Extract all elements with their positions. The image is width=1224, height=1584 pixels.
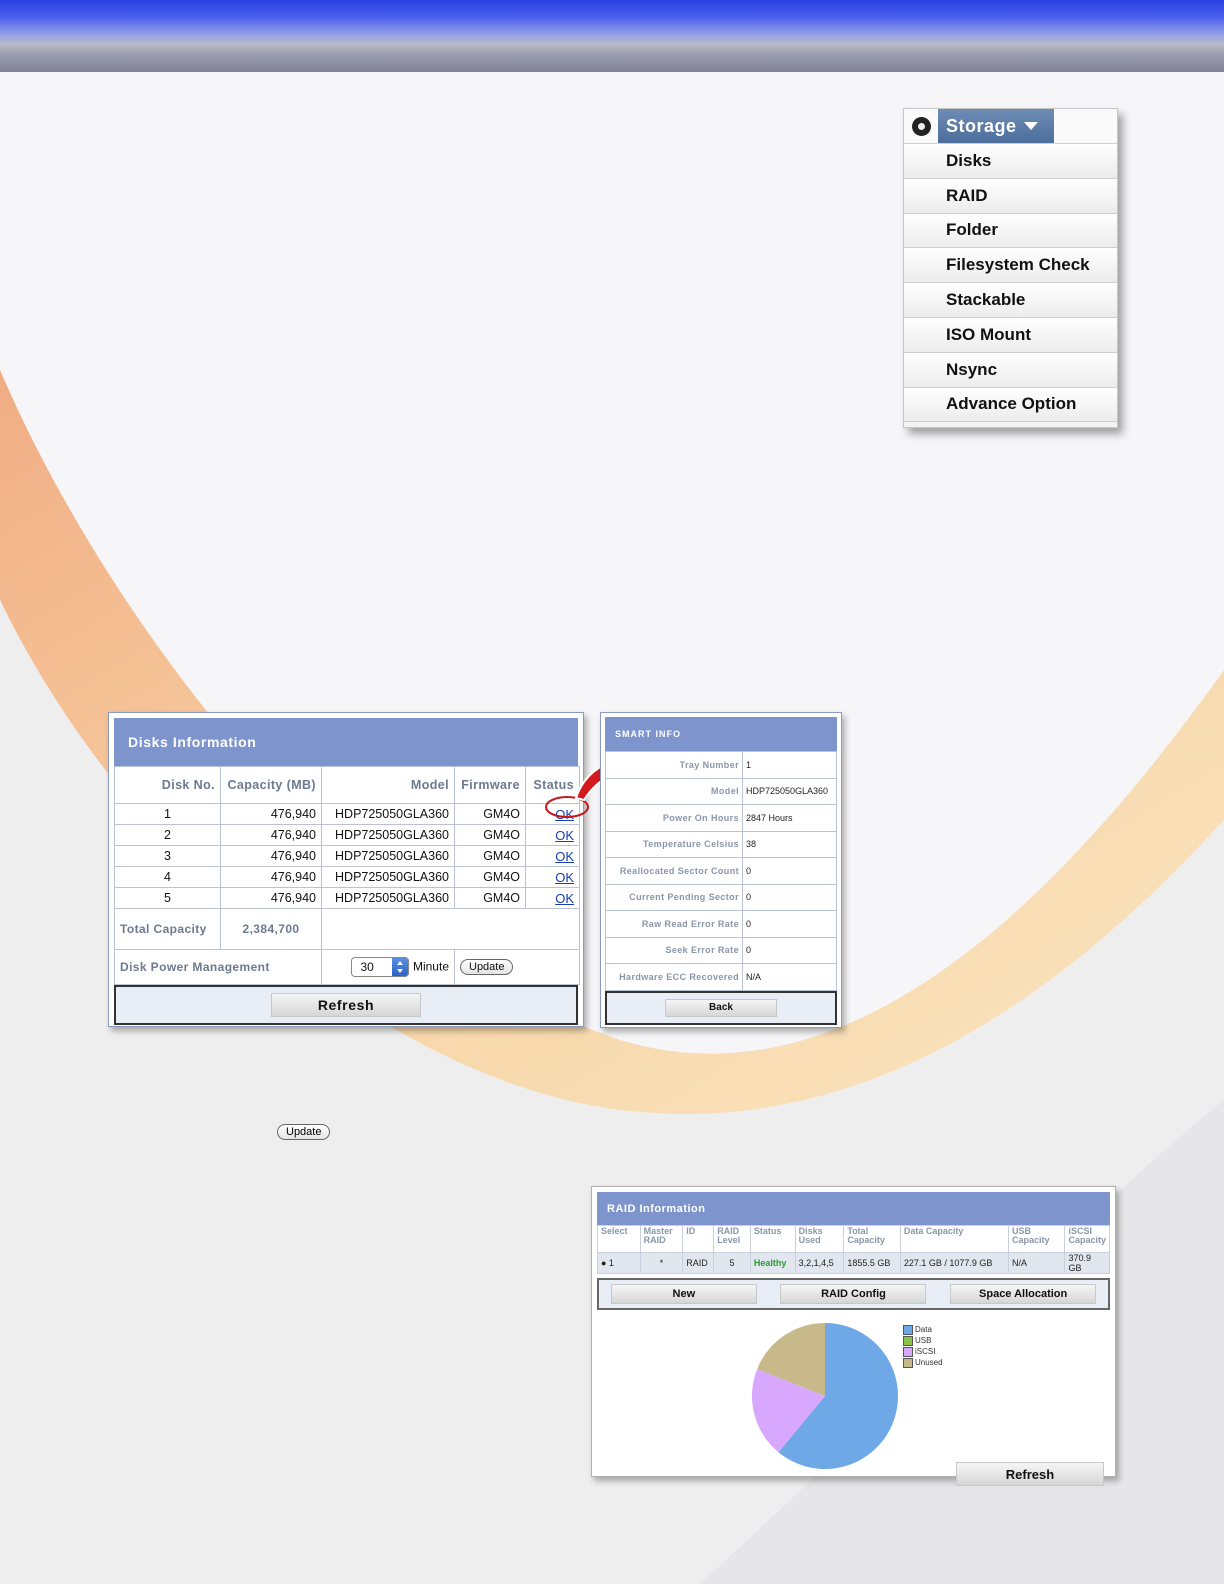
table-row: Current Pending Sector 0	[605, 883, 837, 911]
total-capacity-value: 2,384,700	[220, 908, 322, 950]
legend-swatch	[903, 1335, 913, 1346]
storage-menu-header[interactable]: Storage	[904, 109, 1117, 144]
col-disk-no: Disk No.	[114, 766, 221, 804]
table-row: Model HDP725050GLA360	[605, 777, 837, 805]
raid-table: Select Master RAID ID RAID Level Status …	[597, 1225, 1110, 1274]
power-unit-label: Minute	[412, 959, 449, 974]
table-row: Hardware ECC Recovered N/A	[605, 963, 837, 991]
table-row: 1 476,940 HDP725050GLA360 GM4O OK	[114, 803, 580, 825]
storage-menu-title[interactable]: Storage	[938, 109, 1054, 143]
legend-item-data: Data	[903, 1324, 943, 1335]
disk-model: HDP725050GLA360	[321, 845, 455, 867]
col-capacity: Capacity (MB)	[220, 766, 322, 804]
back-button[interactable]: Back	[665, 998, 777, 1017]
storage-menu: Storage Disks RAID Folder Filesystem Che…	[903, 108, 1118, 428]
disk-status-link[interactable]: OK	[555, 849, 574, 864]
table-row: 3 476,940 HDP725050GLA360 GM4O OK	[114, 845, 580, 867]
smart-table: Tray Number 1 Model HDP725050GLA360 Power …	[605, 751, 837, 991]
raid-config-button[interactable]: RAID Config	[780, 1284, 927, 1304]
disk-status-link[interactable]: OK	[555, 828, 574, 843]
smart-panel-title: SMART INFO	[605, 717, 837, 751]
smart-info-panel: SMART INFO Tray Number 1 Model HDP725050GL…	[600, 712, 842, 1028]
disk-capacity: 476,940	[220, 824, 322, 846]
disk-status-link[interactable]: OK	[555, 870, 574, 885]
legend-swatch	[903, 1346, 913, 1357]
disk-firmware: GM4O	[454, 824, 526, 846]
table-row[interactable]: ● 1 * RAID 5 Healthy 3,2,1,4,5 1855.5 GB…	[597, 1252, 1110, 1274]
menu-item-disks[interactable]: Disks	[904, 144, 1117, 179]
menu-item-folder[interactable]: Folder	[904, 213, 1117, 249]
disk-model: HDP725050GLA360	[321, 866, 455, 888]
total-capacity-label: Total Capacity	[114, 908, 221, 950]
disk-capacity: 476,940	[220, 887, 322, 909]
disk-no: 3	[114, 845, 221, 867]
disk-model: HDP725050GLA360	[321, 803, 455, 825]
menu-item-filesystem-check[interactable]: Filesystem Check	[904, 248, 1117, 284]
disk-capacity: 476,940	[220, 845, 322, 867]
table-row: 4 476,940 HDP725050GLA360 GM4O OK	[114, 866, 580, 888]
disk-firmware: GM4O	[454, 866, 526, 888]
disk-no: 4	[114, 866, 221, 888]
update-button-standalone[interactable]: Update	[277, 1124, 331, 1140]
raid-select-radio[interactable]: ● 1	[597, 1252, 641, 1274]
legend-swatch	[903, 1324, 913, 1335]
raid-panel-title: RAID Information	[597, 1192, 1110, 1225]
table-row: Raw Read Error Rate 0	[605, 910, 837, 938]
menu-item-iso-mount[interactable]: ISO Mount	[904, 317, 1117, 353]
legend-item-usb: USB	[903, 1335, 943, 1346]
disk-firmware: GM4O	[454, 803, 526, 825]
raid-chart-area: Data USB iSCSI Unused Refresh	[597, 1310, 1110, 1490]
raid-refresh-button[interactable]: Refresh	[956, 1462, 1104, 1486]
disk-no: 1	[114, 803, 221, 825]
raid-information-panel: RAID Information Select Master RAID ID R…	[591, 1186, 1116, 1486]
disks-panel-title: Disks Information	[114, 718, 578, 766]
table-row: Seek Error Rate 0	[605, 936, 837, 964]
power-management-label: Disk Power Management	[114, 949, 322, 985]
menu-item-stackable[interactable]: Stackable	[904, 283, 1117, 318]
table-row: 2 476,940 HDP725050GLA360 GM4O OK	[114, 824, 580, 846]
table-row: 5 476,940 HDP725050GLA360 GM4O OK	[114, 887, 580, 909]
back-bar: Back	[605, 990, 837, 1025]
disk-no: 5	[114, 887, 221, 909]
space-allocation-button[interactable]: Space Allocation	[950, 1284, 1097, 1304]
legend-item-iscsi: iSCSI	[903, 1346, 943, 1357]
disks-information-panel: Disks Information Disk No. Capacity (MB)…	[108, 712, 584, 1027]
disc-icon	[904, 109, 938, 143]
status-badge: Healthy	[749, 1252, 796, 1274]
table-row: Temperature Celsius 38	[605, 830, 837, 858]
raid-pie-chart	[752, 1323, 898, 1469]
disk-model: HDP725050GLA360	[321, 887, 455, 909]
col-firmware: Firmware	[454, 766, 526, 804]
disk-capacity: 476,940	[220, 803, 322, 825]
menu-item-raid[interactable]: RAID	[904, 178, 1117, 214]
col-model: Model	[321, 766, 455, 804]
menu-item-nsync[interactable]: Nsync	[904, 352, 1117, 388]
disk-no: 2	[114, 824, 221, 846]
chevron-down-icon	[1023, 122, 1038, 130]
top-banner	[0, 0, 1224, 72]
disk-model: HDP725050GLA360	[321, 824, 455, 846]
refresh-bar: Refresh	[114, 985, 578, 1025]
power-minutes-stepper[interactable]: 30	[351, 957, 410, 977]
raid-button-bar: New RAID Config Space Allocation	[597, 1278, 1110, 1310]
menu-item-advance-option[interactable]: Advance Option	[904, 387, 1117, 423]
stepper-arrows-icon[interactable]	[392, 958, 409, 976]
disk-firmware: GM4O	[454, 887, 526, 909]
legend-item-unused: Unused	[903, 1357, 943, 1368]
table-row: Tray Number 1	[605, 751, 837, 779]
disk-status-link[interactable]: OK	[555, 891, 574, 906]
table-row: Reallocated Sector Count 0	[605, 857, 837, 885]
update-button[interactable]: Update	[460, 959, 514, 975]
pie-legend: Data USB iSCSI Unused	[903, 1324, 943, 1368]
new-raid-button[interactable]: New	[610, 1284, 757, 1304]
disks-table: Disk No. Capacity (MB) Model Firmware St…	[114, 766, 580, 985]
table-row: Power On Hours 2847 Hours	[605, 804, 837, 832]
disk-firmware: GM4O	[454, 845, 526, 867]
disk-capacity: 476,940	[220, 866, 322, 888]
refresh-button[interactable]: Refresh	[271, 993, 421, 1017]
legend-swatch	[903, 1357, 913, 1368]
